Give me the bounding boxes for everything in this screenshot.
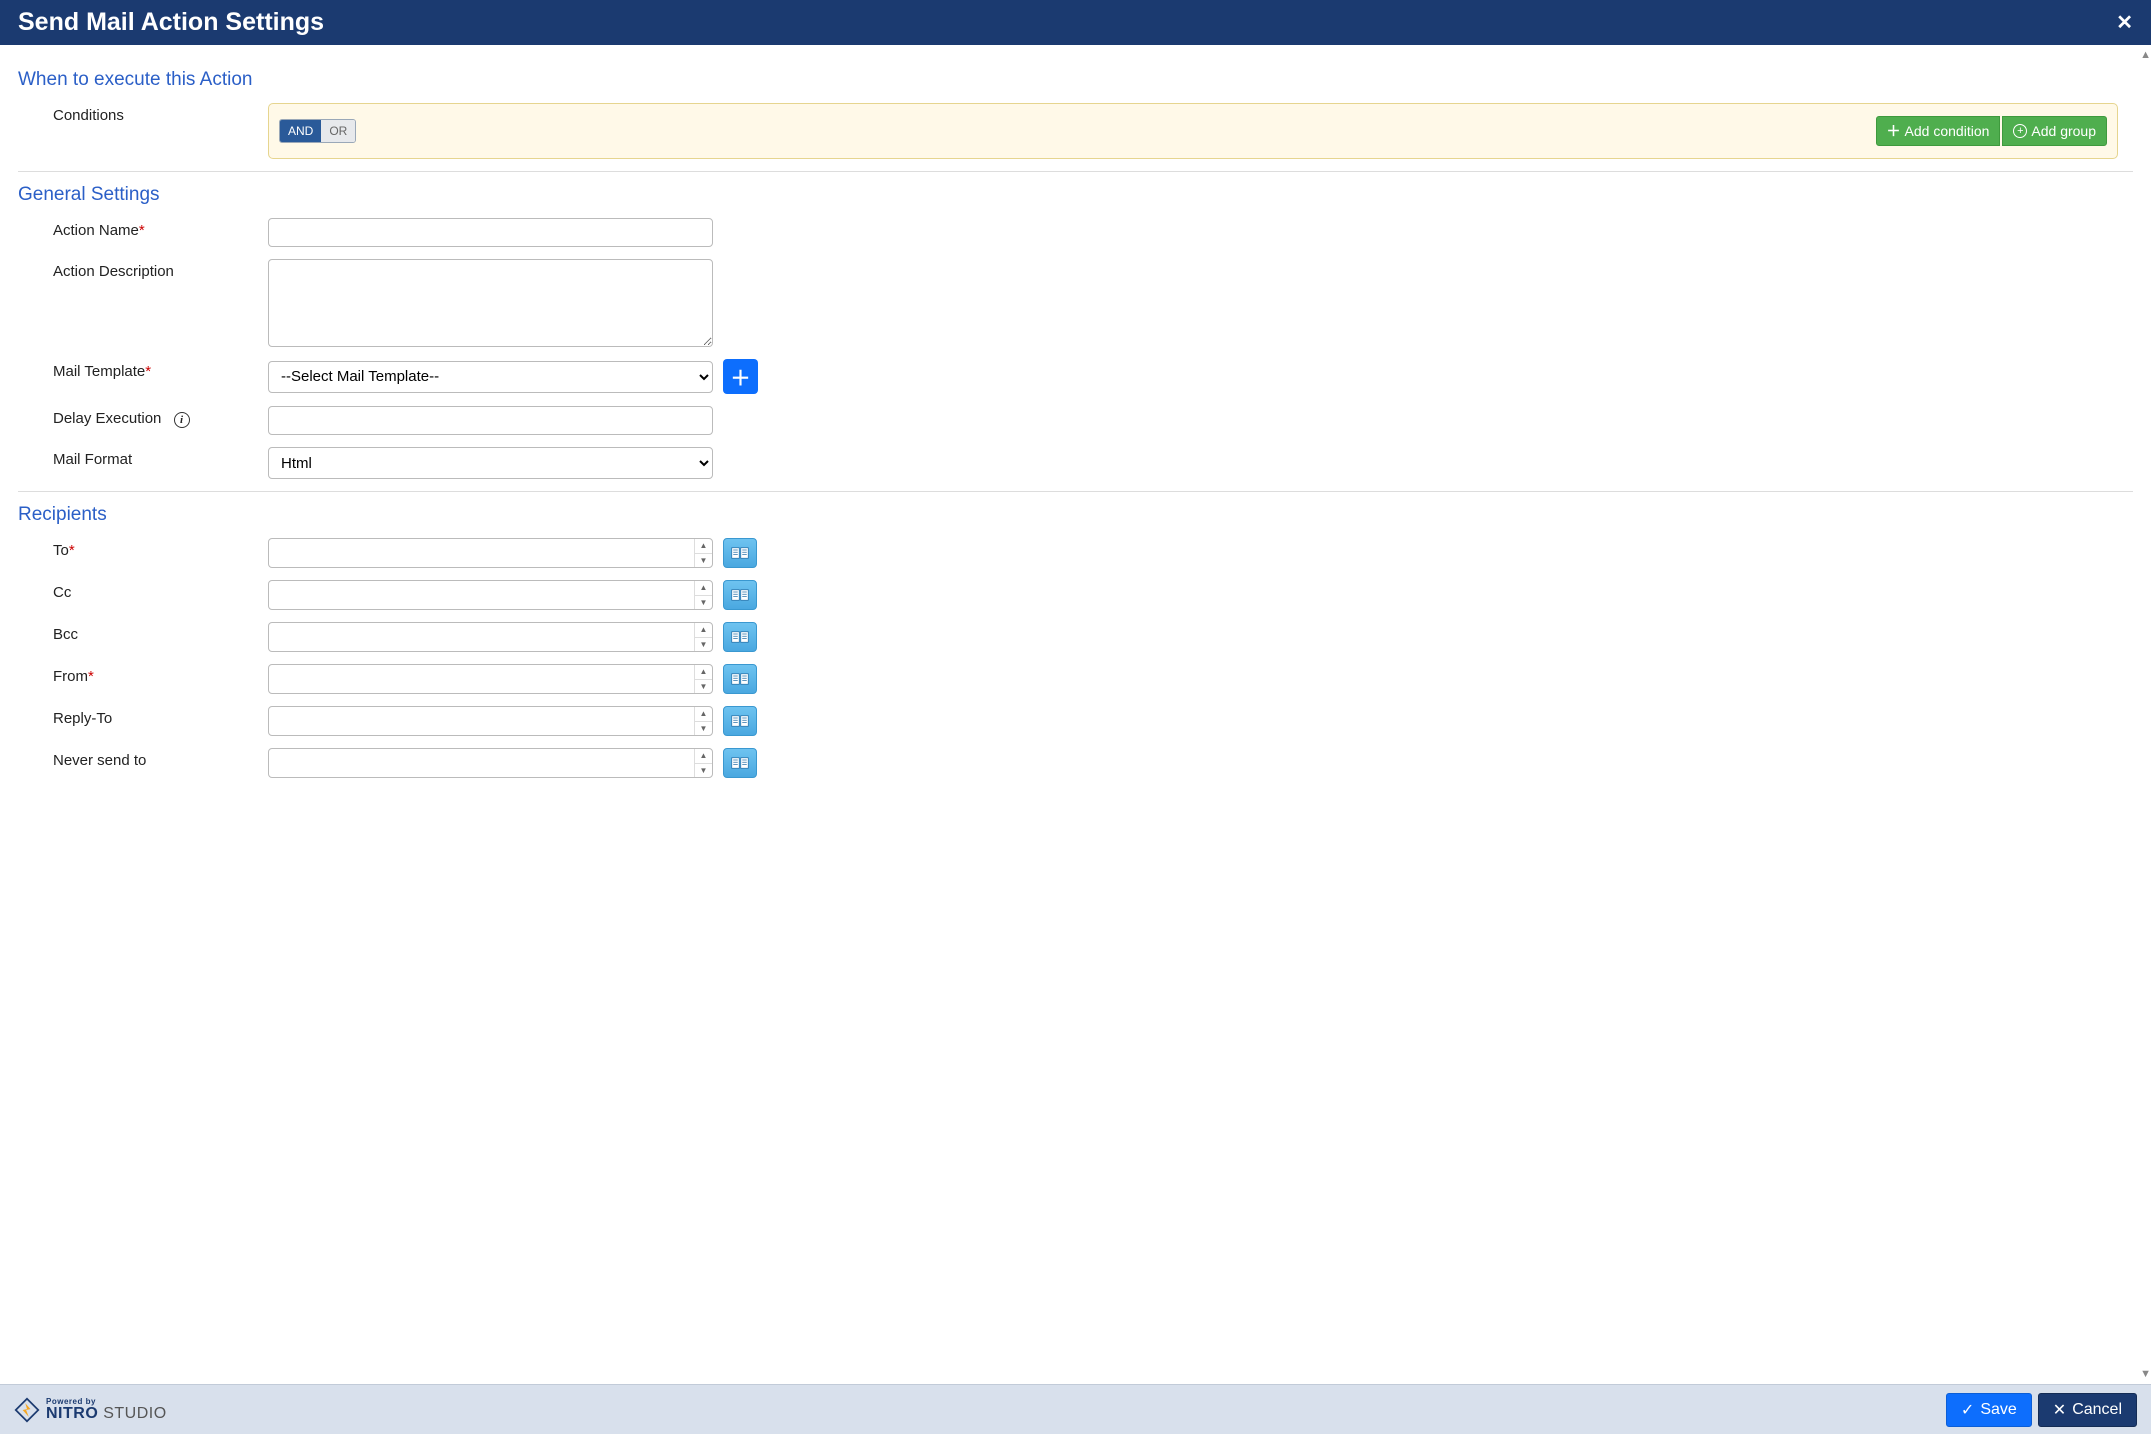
chevron-up-icon[interactable]: ▲ bbox=[695, 539, 712, 554]
mail-template-select[interactable]: --Select Mail Template-- bbox=[268, 361, 713, 393]
brand-name: NITRO STUDIO bbox=[46, 1406, 167, 1422]
chevron-down-icon[interactable]: ▼ bbox=[695, 680, 712, 694]
modal-header: Send Mail Action Settings ✕ bbox=[0, 0, 2151, 45]
and-button[interactable]: AND bbox=[280, 120, 321, 142]
chevron-up-icon[interactable]: ▲ bbox=[695, 623, 712, 638]
action-desc-textarea[interactable] bbox=[268, 259, 713, 347]
divider bbox=[18, 171, 2133, 172]
close-icon[interactable]: ✕ bbox=[2116, 10, 2133, 35]
chevron-up-icon[interactable]: ▲ bbox=[695, 707, 712, 722]
close-icon: ✕ bbox=[2053, 1400, 2066, 1420]
plus-circle-icon: + bbox=[2013, 124, 2027, 138]
chevron-up-icon[interactable]: ▲ bbox=[695, 581, 712, 596]
book-icon bbox=[731, 756, 749, 770]
cc-input[interactable]: ▲▼ bbox=[268, 580, 713, 610]
never-send-label: Never send to bbox=[18, 748, 268, 769]
book-icon bbox=[731, 546, 749, 560]
add-group-button[interactable]: + Add group bbox=[2002, 116, 2107, 146]
never-send-picker-button[interactable] bbox=[723, 748, 757, 778]
cancel-button[interactable]: ✕ Cancel bbox=[2038, 1393, 2137, 1427]
to-input[interactable]: ▲▼ bbox=[268, 538, 713, 568]
scroll-down-icon[interactable]: ▼ bbox=[2140, 1368, 2151, 1380]
chevron-down-icon[interactable]: ▼ bbox=[695, 638, 712, 652]
book-icon bbox=[731, 714, 749, 728]
never-send-input[interactable]: ▲▼ bbox=[268, 748, 713, 778]
divider bbox=[18, 491, 2133, 492]
check-icon: ✓ bbox=[1961, 1400, 1974, 1420]
section-when: When to execute this Action Conditions A… bbox=[18, 69, 2133, 172]
action-name-input[interactable] bbox=[268, 218, 713, 247]
content-scroll-area[interactable]: ▲ When to execute this Action Conditions… bbox=[0, 45, 2151, 1384]
from-label: From* bbox=[18, 664, 268, 685]
book-icon bbox=[731, 672, 749, 686]
conditions-label: Conditions bbox=[18, 103, 268, 124]
or-button[interactable]: OR bbox=[321, 120, 355, 142]
cc-picker-button[interactable] bbox=[723, 580, 757, 610]
and-or-toggle: AND OR bbox=[279, 119, 356, 143]
section-general-title: General Settings bbox=[18, 184, 2133, 206]
mail-template-label: Mail Template* bbox=[18, 359, 268, 380]
section-recipients-title: Recipients bbox=[18, 504, 2133, 526]
section-when-title: When to execute this Action bbox=[18, 69, 2133, 91]
section-general: General Settings Action Name* Action Des… bbox=[18, 184, 2133, 492]
info-icon[interactable]: i bbox=[174, 412, 190, 428]
bcc-label: Bcc bbox=[18, 622, 268, 643]
chevron-up-icon[interactable]: ▲ bbox=[695, 665, 712, 680]
conditions-box: AND OR ＋ Add condition + Add group bbox=[268, 103, 2118, 159]
cc-label: Cc bbox=[18, 580, 268, 601]
add-condition-button[interactable]: ＋ Add condition bbox=[1876, 116, 2001, 146]
plus-icon: ＋ bbox=[1887, 121, 1901, 141]
chevron-up-icon[interactable]: ▲ bbox=[695, 749, 712, 764]
chevron-down-icon[interactable]: ▼ bbox=[695, 722, 712, 736]
from-picker-button[interactable] bbox=[723, 664, 757, 694]
plus-icon: ＋ bbox=[731, 362, 751, 391]
chevron-down-icon[interactable]: ▼ bbox=[695, 554, 712, 568]
reply-to-picker-button[interactable] bbox=[723, 706, 757, 736]
section-recipients: Recipients To* ▲▼ Cc bbox=[18, 504, 2133, 778]
mail-format-select[interactable]: Html bbox=[268, 447, 713, 479]
to-picker-button[interactable] bbox=[723, 538, 757, 568]
scroll-up-icon[interactable]: ▲ bbox=[2140, 49, 2151, 61]
reply-to-label: Reply-To bbox=[18, 706, 268, 727]
book-icon bbox=[731, 630, 749, 644]
mail-format-label: Mail Format bbox=[18, 447, 268, 468]
page-title: Send Mail Action Settings bbox=[18, 8, 324, 37]
bcc-picker-button[interactable] bbox=[723, 622, 757, 652]
book-icon bbox=[731, 588, 749, 602]
brand-logo: Powered by NITRO STUDIO bbox=[14, 1397, 167, 1423]
bcc-input[interactable]: ▲▼ bbox=[268, 622, 713, 652]
add-template-button[interactable]: ＋ bbox=[723, 359, 758, 394]
action-desc-label: Action Description bbox=[18, 259, 268, 280]
delay-execution-input[interactable] bbox=[268, 406, 713, 435]
to-label: To* bbox=[18, 538, 268, 559]
footer: Powered by NITRO STUDIO ✓ Save ✕ Cancel bbox=[0, 1384, 2151, 1434]
logo-icon bbox=[14, 1397, 40, 1423]
reply-to-input[interactable]: ▲▼ bbox=[268, 706, 713, 736]
chevron-down-icon[interactable]: ▼ bbox=[695, 596, 712, 610]
chevron-down-icon[interactable]: ▼ bbox=[695, 764, 712, 778]
delay-execution-label: Delay Execution i bbox=[18, 406, 268, 428]
save-button[interactable]: ✓ Save bbox=[1946, 1393, 2032, 1427]
action-name-label: Action Name* bbox=[18, 218, 268, 239]
from-input[interactable]: ▲▼ bbox=[268, 664, 713, 694]
